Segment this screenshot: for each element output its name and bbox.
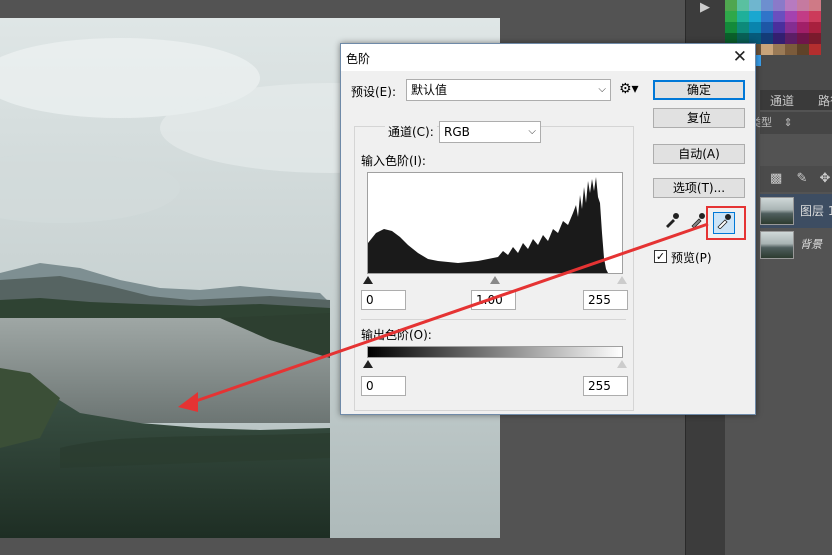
chevron-updown-icon: ⇕ <box>783 116 793 129</box>
swatch[interactable] <box>725 0 737 11</box>
swatch[interactable] <box>749 11 761 22</box>
move-icon[interactable]: ✥ <box>819 171 830 186</box>
swatch[interactable] <box>773 22 785 33</box>
reset-button[interactable]: 复位 <box>653 108 745 128</box>
play-icon[interactable]: ▶ <box>693 0 717 18</box>
chevron-down-icon: ⌵ <box>528 126 536 137</box>
tab-channels[interactable]: 路径 <box>812 92 832 110</box>
gear-icon[interactable]: ⚙▾ <box>619 81 639 97</box>
swatch[interactable] <box>761 22 773 33</box>
swatch[interactable] <box>761 44 773 55</box>
layer-row-background[interactable]: 背景 <box>760 228 832 262</box>
swatch[interactable] <box>737 11 749 22</box>
swatch[interactable] <box>785 0 797 11</box>
layers-tab-bar: 通道 路径 <box>760 90 832 110</box>
channel-dropdown[interactable]: RGB ⌵ <box>439 121 541 143</box>
preset-value: 默认值 <box>411 83 448 97</box>
swatch[interactable] <box>785 44 797 55</box>
preset-label: 预设(E): <box>351 85 396 99</box>
channel-value: RGB <box>444 125 470 139</box>
input-white-field[interactable]: 255 <box>583 290 628 310</box>
output-white-field[interactable]: 255 <box>583 376 628 396</box>
swatch[interactable] <box>797 0 809 11</box>
layer-name: 背景 <box>800 238 822 251</box>
input-black-slider[interactable] <box>363 276 373 284</box>
layer-kind-filter[interactable]: 类型 ⇕ <box>750 112 832 134</box>
swatch[interactable] <box>797 11 809 22</box>
eyedropper-black-icon[interactable] <box>661 212 683 234</box>
swatch[interactable] <box>809 11 821 22</box>
options-button[interactable]: 选项(T)... <box>653 178 745 198</box>
chevron-down-icon: ⌵ <box>598 84 606 95</box>
swatch[interactable] <box>749 0 761 11</box>
ok-button[interactable]: 确定 <box>653 80 745 100</box>
swatch[interactable] <box>809 0 821 11</box>
dialog-title: 色阶 <box>346 52 371 66</box>
close-icon[interactable]: ✕ <box>733 47 747 67</box>
swatch[interactable] <box>785 22 797 33</box>
output-gradient-bar <box>367 346 623 358</box>
layer-thumbnail <box>760 197 794 225</box>
input-levels-label: 输入色阶(I): <box>361 154 426 168</box>
layer-row-layer1[interactable]: 图层 1 <box>760 194 832 228</box>
output-levels-label: 输出色阶(O): <box>361 328 432 342</box>
swatch[interactable] <box>737 22 749 33</box>
lock-transparency-icon[interactable]: ▩ <box>770 171 782 186</box>
swatch[interactable] <box>773 44 785 55</box>
divider <box>361 319 626 320</box>
swatch[interactable] <box>761 0 773 11</box>
preview-label: 预览(P) <box>671 251 712 265</box>
swatch[interactable] <box>773 33 785 44</box>
output-black-field[interactable]: 0 <box>361 376 406 396</box>
swatch[interactable] <box>797 44 809 55</box>
preset-dropdown[interactable]: 默认值 ⌵ <box>406 79 611 101</box>
output-black-slider[interactable] <box>363 360 373 368</box>
swatch[interactable] <box>797 33 809 44</box>
histogram <box>367 172 623 274</box>
swatch[interactable] <box>761 11 773 22</box>
swatch[interactable] <box>725 11 737 22</box>
input-white-slider[interactable] <box>617 276 627 284</box>
swatch[interactable] <box>725 22 737 33</box>
output-white-slider[interactable] <box>617 360 627 368</box>
dialog-titlebar[interactable]: 色阶 ✕ <box>341 44 755 71</box>
swatch[interactable] <box>737 0 749 11</box>
swatch[interactable] <box>809 22 821 33</box>
input-gamma-slider[interactable] <box>490 276 500 284</box>
layer-name: 图层 1 <box>800 204 832 218</box>
swatch[interactable] <box>773 0 785 11</box>
levels-dialog: 色阶 ✕ 预设(E): 默认值 ⌵ ⚙▾ 确定 复位 自动(A) 选项(T)..… <box>340 43 756 415</box>
preview-checkbox[interactable]: ✓ <box>654 250 667 263</box>
brush-icon[interactable]: ✎ <box>796 171 807 186</box>
tab-paths[interactable]: 通道 <box>764 92 800 110</box>
layers-panel: 通道 路径 类型 ⇕ ▩ ✎ ✥ 图层 1 背景 <box>750 90 832 555</box>
swatch[interactable] <box>809 44 821 55</box>
input-gamma-field[interactable]: 1.00 <box>471 290 516 310</box>
auto-button[interactable]: 自动(A) <box>653 144 745 164</box>
swatch[interactable] <box>773 11 785 22</box>
channel-label: 通道(C): <box>385 123 437 140</box>
highlight-box <box>706 206 746 240</box>
swatch[interactable] <box>761 33 773 44</box>
swatch[interactable] <box>749 22 761 33</box>
layer-thumbnail <box>760 231 794 259</box>
input-black-field[interactable]: 0 <box>361 290 406 310</box>
swatch[interactable] <box>809 33 821 44</box>
swatch[interactable] <box>785 11 797 22</box>
layer-lock-row: ▩ ✎ ✥ <box>760 166 832 192</box>
swatch[interactable] <box>797 22 809 33</box>
swatch[interactable] <box>785 33 797 44</box>
